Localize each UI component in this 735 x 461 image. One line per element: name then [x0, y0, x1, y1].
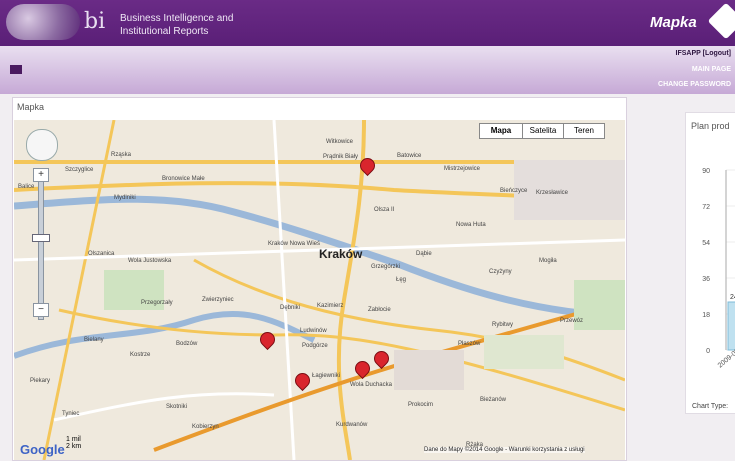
place-label: Kurdwanów — [336, 422, 368, 428]
home-icon[interactable] — [10, 65, 22, 74]
map-panel: Mapka Mapa Satelita Teren + − Kraków Rzą… — [12, 97, 627, 461]
place-label: Dębniki — [280, 305, 301, 311]
chart-bar[interactable] — [727, 301, 735, 351]
brand-text: Business Intelligence and Institutional … — [120, 12, 233, 38]
place-label: Prokocim — [408, 402, 434, 408]
chart-panel: 0 18 36 54 72 90 24 2009-08 — [685, 112, 735, 414]
app-icon[interactable] — [707, 2, 735, 40]
place-label: Bodzów — [176, 341, 198, 347]
place-label: Tyniec — [62, 411, 80, 417]
place-label: Podgórze — [302, 343, 328, 349]
place-label: Piekary — [30, 378, 51, 384]
top-nav: IFSAPP [Logout] MAIN PAGE CHANGE PASSWOR… — [0, 46, 735, 94]
place-label: Kazimierz — [317, 303, 344, 309]
place-label: Mydlniki — [114, 195, 136, 201]
place-label: Kobierzyn — [192, 424, 219, 430]
chart-y-tick: 18 — [702, 312, 710, 319]
place-label: Olsza II — [374, 207, 395, 213]
place-label: Balice — [18, 184, 35, 190]
map-panel-title: Mapka — [17, 102, 45, 112]
brand-line-1: Business Intelligence and — [120, 13, 234, 24]
place-label: Batowice — [397, 153, 422, 159]
place-label: Witkowice — [326, 139, 354, 145]
place-label: Dąbie — [416, 251, 432, 257]
place-label: Wola Duchacka — [350, 382, 392, 388]
place-label: Grzegórzki — [371, 264, 401, 270]
chart-title: Plan prod — [691, 121, 730, 131]
chart-y-tick: 54 — [702, 240, 710, 247]
scale-km: 2 km — [66, 443, 82, 450]
zoom-slider[interactable] — [38, 170, 44, 320]
place-label: Bielany — [84, 337, 104, 343]
place-label: Szczyglice — [65, 167, 94, 173]
place-label: Ludwinów — [300, 328, 327, 334]
zoom-slider-handle[interactable] — [32, 234, 50, 242]
place-label: Skotniki — [166, 404, 188, 410]
place-label: Kostrze — [130, 352, 151, 358]
place-label: Kraków Nowa Wieś — [268, 241, 321, 247]
globe-logo-icon — [6, 4, 80, 40]
zoom-in-icon[interactable]: + — [33, 168, 49, 182]
change-password-link[interactable]: CHANGE PASSWORD — [658, 81, 731, 88]
place-label: Mogiła — [539, 258, 557, 264]
scale-miles: 1 mil — [66, 436, 81, 443]
place-label: Płaszów — [458, 341, 481, 347]
zoom-out-icon[interactable]: − — [33, 303, 49, 317]
place-label: Bronowice Małe — [162, 176, 205, 182]
place-label: Zabłocie — [368, 307, 391, 313]
place-label: Przewóz — [560, 318, 584, 324]
map-type-map-button[interactable]: Mapa — [479, 123, 523, 139]
place-label: Rybitwy — [492, 322, 514, 328]
chart-svg: 0 18 36 54 72 90 24 2009-08 — [702, 168, 735, 370]
google-logo: Google — [20, 442, 65, 457]
map-type-satellite-button[interactable]: Satelita — [522, 123, 564, 139]
page-title: Mapka — [650, 14, 697, 31]
place-label: Przegorzały — [141, 300, 173, 306]
chart-data-label: 24 — [730, 294, 735, 301]
city-label: Kraków — [319, 247, 363, 261]
pan-control-icon[interactable] — [26, 129, 58, 161]
chart-y-tick: 36 — [702, 276, 710, 283]
place-label: Zwierzyniec — [202, 297, 234, 303]
chart-y-tick: 90 — [702, 168, 710, 175]
main-page-link[interactable]: MAIN PAGE — [692, 66, 731, 73]
place-label: Łagiewniki — [312, 373, 341, 379]
map-scale: 1 mil 2 km — [66, 436, 81, 450]
place-label: Rząska — [111, 152, 132, 158]
place-label: Mistrzejowice — [444, 166, 481, 172]
app-header: bi Business Intelligence and Institution… — [0, 0, 735, 46]
logout-link[interactable]: IFSAPP [Logout] — [676, 50, 731, 57]
map-copyright[interactable]: Dane do Mapy ©2014 Google - Warunki korz… — [424, 447, 585, 453]
bi-logo: bi — [84, 9, 106, 34]
map-roads — [14, 120, 625, 460]
place-label: Wola Justowska — [128, 258, 172, 264]
google-map[interactable]: Mapa Satelita Teren + − Kraków Rząska Sz… — [14, 120, 625, 460]
place-label: Bieńczyce — [500, 188, 528, 194]
place-label: Olszanica — [88, 251, 115, 257]
place-label: Łęg — [396, 277, 407, 283]
chart-x-tick: 2009-08 — [717, 348, 735, 370]
place-label: Krzesławice — [536, 190, 569, 196]
place-label: Prądnik Biały — [323, 154, 359, 160]
chart-y-tick: 0 — [706, 348, 710, 355]
chart-type-label: Chart Type: — [692, 403, 729, 410]
chart-y-tick: 72 — [702, 204, 710, 211]
place-label: Bieżanów — [480, 397, 507, 403]
place-label: Nowa Huta — [456, 222, 486, 228]
map-type-terrain-button[interactable]: Teren — [563, 123, 605, 139]
place-label: Czyżyny — [489, 269, 512, 275]
brand-line-2: Institutional Reports — [120, 26, 209, 37]
